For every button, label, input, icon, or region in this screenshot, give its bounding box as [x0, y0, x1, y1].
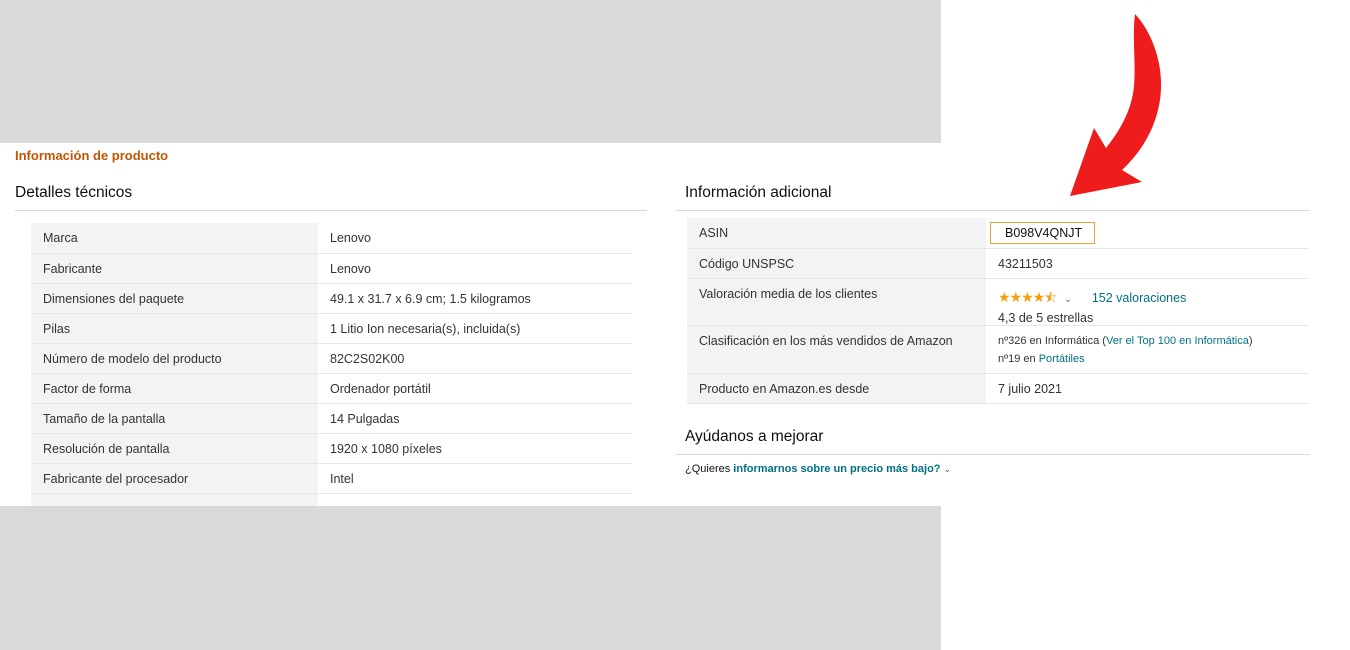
rating-text: 4,3 de 5 estrellas — [998, 310, 1094, 325]
table-row-unspsc: Código UNSPSC 43211503 — [687, 248, 1309, 279]
additional-info-heading: Información adicional — [685, 184, 832, 201]
chevron-down-icon[interactable]: ⌄ — [1064, 294, 1072, 305]
spec-value: Lenovo — [318, 223, 632, 254]
table-row: Marca Lenovo — [31, 223, 632, 254]
table-row-ranking: Clasificación en los más vendidos de Ama… — [687, 325, 1309, 374]
table-row-rating: Valoración media de los clientes ★★★★⯪ ⌄… — [687, 278, 1309, 326]
since-label: Producto en Amazon.es desde — [687, 373, 986, 404]
technical-heading-divider — [15, 210, 647, 211]
spec-label: Fabricante — [31, 253, 318, 284]
ranking-line-2: nº19 en Portátiles — [998, 352, 1085, 365]
table-row: Número de modelo del producto 82C2S02K00 — [31, 343, 632, 374]
star-rating-icon[interactable]: ★★★★⯪ — [998, 289, 1057, 305]
spec-label: Fabricante del procesador — [31, 463, 318, 494]
table-row: Factor de forma Ordenador portátil — [31, 373, 632, 404]
category-link[interactable]: Portátiles — [1039, 353, 1085, 365]
help-heading-divider — [676, 454, 1310, 455]
table-row: Fabricante del procesador Intel — [31, 463, 632, 494]
lower-price-feedback-link[interactable]: informarnos sobre un precio más bajo? — [733, 463, 940, 475]
technical-details-heading: Detalles técnicos — [15, 184, 133, 201]
additional-info-table: ASIN B098V4QNJT Código UNSPSC 43211503 V… — [687, 218, 1309, 404]
top100-link[interactable]: Ver el Top 100 en Informática — [1106, 335, 1249, 347]
table-row-clipped — [31, 493, 632, 506]
spec-label: Número de modelo del producto — [31, 343, 318, 374]
table-row: Resolución de pantalla 1920 x 1080 píxele… — [31, 433, 632, 464]
spec-value: Ordenador portátil — [318, 373, 632, 404]
spec-value: 82C2S02K00 — [318, 343, 632, 374]
help-improve-heading: Ayúdanos a mejorar — [685, 428, 824, 445]
spec-label: Pilas — [31, 313, 318, 344]
table-row: Dimensiones del paquete 49.1 x 31.7 x 6.9… — [31, 283, 632, 314]
reviews-count-link[interactable]: 152 valoraciones — [1092, 291, 1187, 305]
spec-value: Lenovo — [318, 253, 632, 284]
asin-label: ASIN — [687, 218, 986, 249]
table-row: Fabricante Lenovo — [31, 253, 632, 284]
spec-label: Tamaño de la pantalla — [31, 403, 318, 434]
unspsc-label: Código UNSPSC — [687, 248, 986, 279]
additional-heading-divider — [676, 210, 1310, 211]
price-feedback-prompt: ¿Quieres informarnos sobre un precio más… — [685, 463, 952, 475]
table-row-since: Producto en Amazon.es desde 7 julio 2021 — [687, 373, 1309, 404]
rating-label: Valoración media de los clientes — [687, 278, 986, 326]
ranking-cell: nº326 en Informática (Ver el Top 100 en … — [986, 325, 1309, 374]
since-value: 7 julio 2021 — [986, 373, 1309, 404]
table-row-asin: ASIN B098V4QNJT — [687, 218, 1309, 249]
spec-value: 1 Litio Ion necesaria(s), incluida(s) — [318, 313, 632, 344]
chevron-down-icon[interactable]: ⌄ — [944, 464, 952, 474]
unspsc-value: 43211503 — [986, 248, 1309, 279]
section-title: Información de producto — [15, 148, 169, 163]
spec-value: Intel — [318, 463, 632, 494]
ranking-line-1: nº326 en Informática (Ver el Top 100 en … — [998, 334, 1253, 347]
spec-label: Factor de forma — [31, 373, 318, 404]
spec-value: 49.1 x 31.7 x 6.9 cm; 1.5 kilogramos — [318, 283, 632, 314]
spec-value: 1920 x 1080 píxeles — [318, 433, 632, 464]
spec-label: Dimensiones del paquete — [31, 283, 318, 314]
gray-mask-bottom — [0, 506, 941, 650]
spec-label: Resolución de pantalla — [31, 433, 318, 464]
table-row: Tamaño de la pantalla 14 Pulgadas — [31, 403, 632, 434]
table-row: Pilas 1 Litio Ion necesaria(s), incluida(… — [31, 313, 632, 344]
spec-value: 14 Pulgadas — [318, 403, 632, 434]
spec-label: Marca — [31, 223, 318, 254]
ranking-label: Clasificación en los más vendidos de Ama… — [687, 325, 986, 374]
technical-details-table: Marca Lenovo Fabricante Lenovo Dimensiones… — [31, 223, 632, 506]
rating-cell: ★★★★⯪ ⌄ 152 valoraciones 4,3 de 5 estrel… — [986, 278, 1309, 326]
red-arrow-annotation-icon — [1070, 14, 1162, 196]
asin-value: B098V4QNJT — [990, 222, 1096, 244]
gray-mask-top — [0, 0, 941, 143]
